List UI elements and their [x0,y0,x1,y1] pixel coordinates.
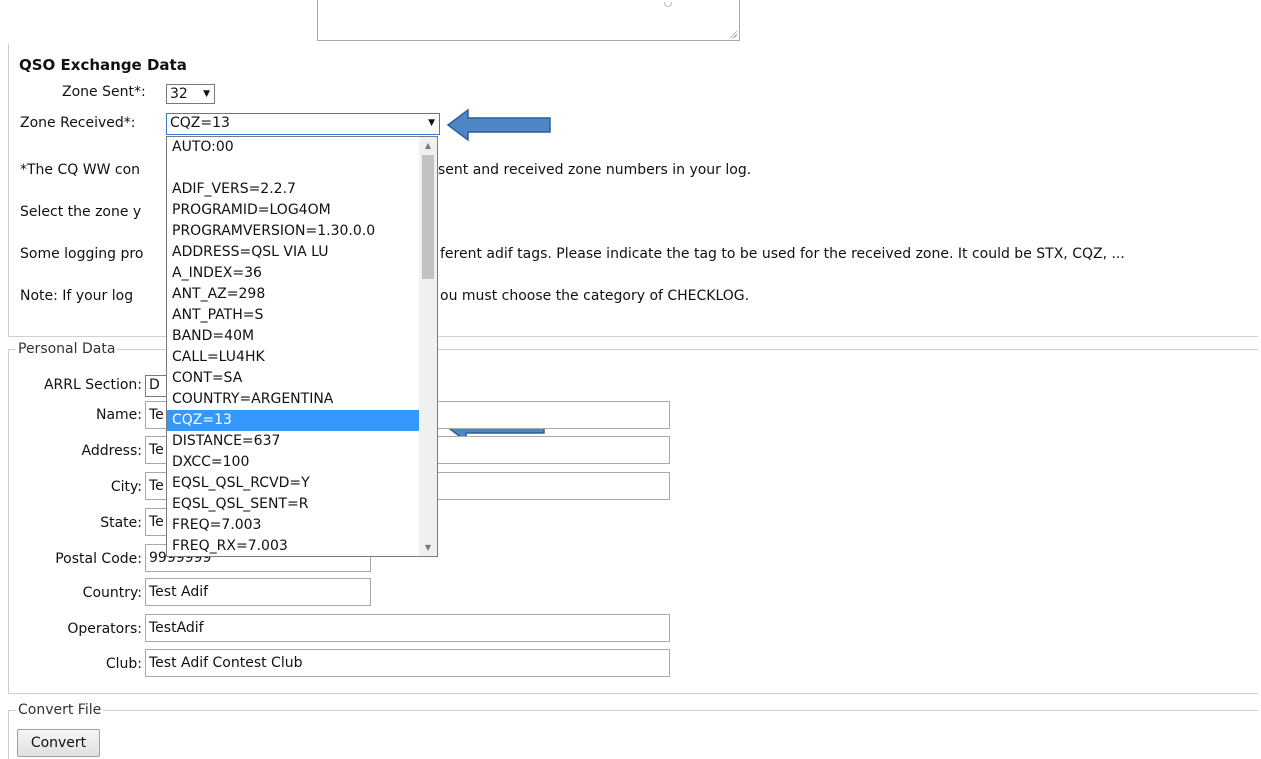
dropdown-option[interactable]: DISTANCE=637 [167,431,419,452]
postal-code-label: Postal Code: [55,551,142,567]
zone-received-label: Zone Received*: [20,115,136,131]
name-label: Name: [95,407,142,423]
club-input[interactable]: Test Adif Contest Club [145,649,670,677]
dropdown-option[interactable]: EQSL_QSL_RCVD=Y [167,473,419,494]
dropdown-option[interactable] [167,158,419,179]
address-label: Address: [81,443,142,459]
paragraph-1-start: *The CQ WW con [20,162,141,178]
paragraph-3-end: ferent adif tags. Please indicate the ta… [440,246,1125,262]
dropdown-scrollbar[interactable]: ▲ ▼ [419,137,437,556]
dropdown-option[interactable]: CONT=SA [167,368,419,389]
chevron-down-icon: ▼ [428,118,435,128]
dropdown-option-list: AUTO:00 ADIF_VERS=2.2.7 PROGRAMID=LOG4OM P… [167,137,419,556]
dropdown-option[interactable]: A_INDEX=36 [167,263,419,284]
country-input[interactable]: Test Adif [145,578,371,606]
dropdown-option[interactable]: AUTO:00 [167,137,419,158]
convert-fieldset-top-border [8,710,1258,711]
zone-received-select[interactable]: CQZ=13 ▼ [166,113,440,135]
dropdown-option[interactable]: CALL=LU4HK [167,347,419,368]
dropdown-option[interactable]: COUNTRY=ARGENTINA [167,389,419,410]
dropdown-option[interactable]: BAND=40M [167,326,419,347]
arrl-section-value: D [149,377,160,393]
dropdown-option[interactable]: ADIF_VERS=2.2.7 [167,179,419,200]
club-label: Club: [105,656,142,672]
fieldset-left-border [8,44,9,336]
city-label: City: [110,479,142,495]
convert-fieldset-left-border [8,710,9,759]
resize-grip-icon[interactable] [729,30,737,38]
arrow-annotation-top-icon [446,108,551,142]
operators-label: Operators: [67,621,142,637]
paragraph-1-end: sent and received zone numbers in your l… [438,162,752,178]
personal-data-legend: Personal Data [16,341,118,357]
country-label: Country: [82,585,142,601]
dropdown-option[interactable]: DXCC=100 [167,452,419,473]
convert-file-legend: Convert File [16,702,104,718]
dropdown-option[interactable]: ANT_PATH=S [167,305,419,326]
zone-sent-value: 32 [170,86,188,102]
arrl-section-label: ARRL Section: [43,377,142,393]
convert-button[interactable]: Convert [17,729,100,757]
personal-fieldset-bottom-border [8,693,1258,694]
qso-section-title: QSO Exchange Data [19,56,187,74]
zone-sent-label: Zone Sent*: [62,84,146,100]
dropdown-option[interactable]: ADDRESS=QSL VIA LU [167,242,419,263]
dropdown-option[interactable]: PROGRAMVERSION=1.30.0.0 [167,221,419,242]
dropdown-option[interactable]: ANT_AZ=298 [167,284,419,305]
scroll-up-icon[interactable]: ▲ [419,137,437,154]
zone-received-dropdown[interactable]: AUTO:00 ADIF_VERS=2.2.7 PROGRAMID=LOG4OM P… [166,136,438,557]
operators-input[interactable]: TestAdif [145,614,670,642]
paragraph-3-start: Some logging pro [20,246,144,262]
zone-received-value: CQZ=13 [170,115,230,131]
paragraph-4-start: Note: If your log [20,288,134,304]
zone-sent-select[interactable]: 32 ▼ [166,84,215,104]
comments-textarea[interactable] [317,0,740,41]
dropdown-option[interactable]: CQZ=13 [167,410,419,431]
paragraph-2-start: Select the zone y [20,204,142,220]
dropdown-option[interactable]: FREQ=7.003 [167,515,419,536]
textarea-scroll-mark [664,2,672,7]
paragraph-4-end: ou must choose the category of CHECKLOG. [440,288,750,304]
dropdown-option[interactable]: PROGRAMID=LOG4OM [167,200,419,221]
scrollbar-thumb[interactable] [422,155,434,279]
dropdown-option[interactable]: EQSL_QSL_SENT=R [167,494,419,515]
dropdown-option[interactable]: FREQ_RX=7.003 [167,536,419,556]
scroll-down-icon[interactable]: ▼ [419,539,437,556]
chevron-down-icon: ▼ [203,89,210,99]
state-label: State: [100,515,142,531]
personal-fieldset-left-border [8,349,9,693]
